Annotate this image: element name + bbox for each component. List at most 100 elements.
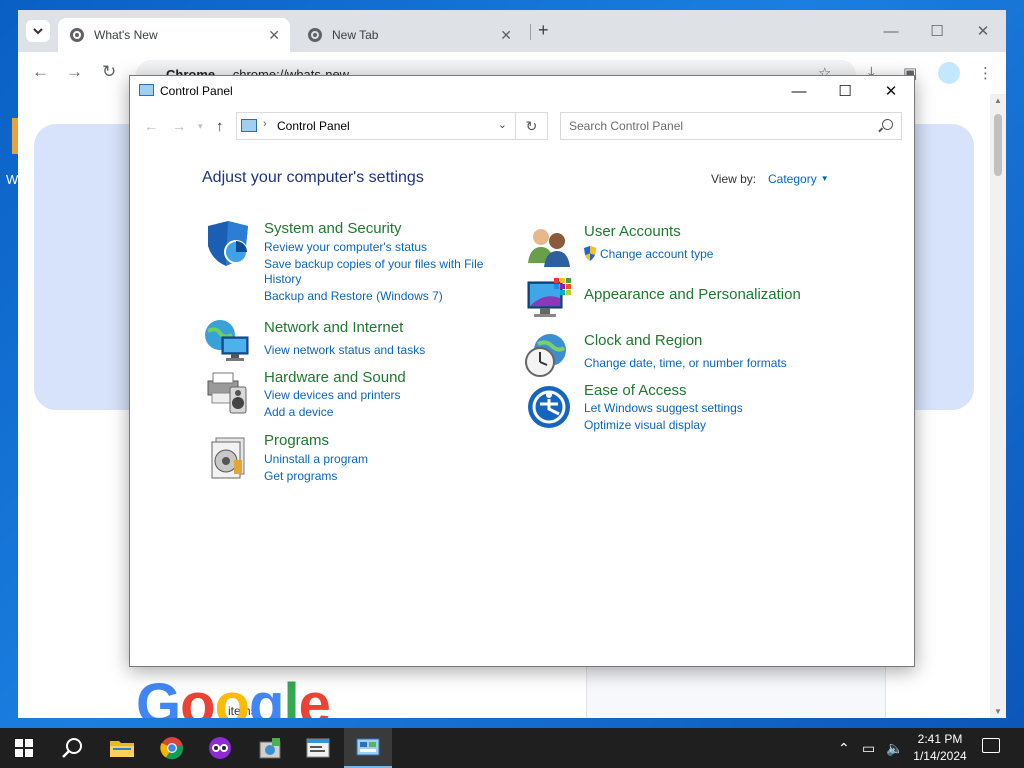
users-icon xyxy=(528,229,570,267)
refresh-button[interactable]: ↻ xyxy=(515,112,548,140)
category-title[interactable]: Hardware and Sound xyxy=(264,369,406,386)
link-review-status[interactable]: Review your computer's status xyxy=(264,240,427,254)
taskbar-control-panel[interactable] xyxy=(344,728,392,768)
scroll-up-icon[interactable]: ▲ xyxy=(994,96,1002,105)
tab-new-tab[interactable]: New Tab ✕ xyxy=(296,18,522,52)
search-placeholder: Search Control Panel xyxy=(569,119,684,133)
category-title[interactable]: Appearance and Personalization xyxy=(584,286,801,303)
link-uninstall-program[interactable]: Uninstall a program xyxy=(264,452,368,466)
browser-close-button[interactable]: ✕ xyxy=(960,16,1006,46)
taskbar-notepad[interactable] xyxy=(294,728,342,768)
file-explorer-icon xyxy=(110,741,134,757)
taskbar-installer[interactable] xyxy=(246,728,294,768)
control-panel-icon xyxy=(356,738,380,756)
category-title[interactable]: User Accounts xyxy=(584,223,681,240)
google-logo: Google xyxy=(136,672,331,719)
start-icon xyxy=(15,739,33,757)
minimize-button[interactable]: — xyxy=(776,76,822,106)
menu-kebab-icon[interactable]: ⋮ xyxy=(978,64,993,82)
taskbar-search-button[interactable] xyxy=(48,728,96,768)
browser-minimize-button[interactable]: — xyxy=(868,16,914,46)
search-input[interactable]: Search Control Panel xyxy=(560,112,902,140)
reload-icon[interactable]: ↻ xyxy=(102,62,116,82)
close-tab-icon[interactable]: ✕ xyxy=(268,27,280,44)
tab-separator xyxy=(530,24,531,40)
window-title: Control Panel xyxy=(160,84,233,98)
ease-of-access-icon xyxy=(528,386,570,428)
back-arrow-icon[interactable]: ← xyxy=(144,118,158,134)
tab-search-button[interactable] xyxy=(26,20,50,42)
forward-arrow-icon[interactable]: → xyxy=(172,118,186,134)
link-devices-printers[interactable]: View devices and printers xyxy=(264,388,401,402)
category-title[interactable]: Clock and Region xyxy=(584,332,702,349)
profile-avatar-icon[interactable] xyxy=(938,62,960,84)
network-icon[interactable]: ▭ xyxy=(862,740,875,757)
printer-speaker-icon xyxy=(207,372,247,414)
clock-time: 2:41 PM xyxy=(917,732,963,746)
navigation-bar: ← → ▾ ↑ › Control Panel ⌄ ↻ Search Contr… xyxy=(130,110,914,142)
chevron-down-icon[interactable]: ⌄ xyxy=(498,118,507,131)
forward-arrow-icon[interactable]: → xyxy=(66,62,83,82)
system-clock[interactable]: 2:41 PM 1/14/2024 xyxy=(906,731,974,765)
chrome-favicon-icon xyxy=(70,28,84,42)
start-button[interactable] xyxy=(0,728,48,768)
link-file-history[interactable]: Save backup copies of your files with Fi… xyxy=(264,257,483,271)
link-backup-restore[interactable]: Backup and Restore (Windows 7) xyxy=(264,289,443,303)
new-tab-button[interactable]: + xyxy=(538,20,549,41)
up-arrow-icon[interactable]: ↑ xyxy=(216,118,224,135)
control-panel-window: Control Panel — ☐ ✕ ← → ▾ ↑ › Control Pa… xyxy=(129,75,915,667)
page-title: Adjust your computer's settings xyxy=(202,169,424,186)
media-app-icon xyxy=(209,737,231,759)
maximize-button[interactable]: ☐ xyxy=(822,76,868,106)
recent-locations-icon[interactable]: ▾ xyxy=(198,121,203,132)
control-panel-icon xyxy=(139,84,154,96)
tab-title: New Tab xyxy=(332,28,379,42)
link-optimize-display[interactable]: Optimize visual display xyxy=(584,418,706,432)
search-icon[interactable] xyxy=(882,119,893,130)
installer-icon xyxy=(259,738,281,759)
show-hidden-icons-chevron-icon[interactable]: ⌃ xyxy=(838,740,850,757)
scroll-down-icon[interactable]: ▼ xyxy=(994,707,1002,716)
link-change-account-type[interactable]: Change account type xyxy=(600,247,713,261)
chrome-icon xyxy=(160,737,184,760)
view-by-value: Category xyxy=(768,172,817,186)
control-panel-icon xyxy=(241,119,257,132)
notepad-icon xyxy=(306,738,330,758)
category-title[interactable]: Network and Internet xyxy=(264,319,403,336)
category-title[interactable]: System and Security xyxy=(264,220,402,237)
link-get-programs[interactable]: Get programs xyxy=(264,469,337,483)
programs-disc-icon xyxy=(211,437,245,479)
taskbar-file-explorer[interactable] xyxy=(98,728,146,768)
volume-muted-icon[interactable]: 🔈 xyxy=(886,740,903,757)
tab-title: What's New xyxy=(94,28,158,42)
title-bar[interactable]: Control Panel — ☐ ✕ xyxy=(130,76,914,106)
category-title[interactable]: Ease of Access xyxy=(584,382,687,399)
shield-icon xyxy=(208,221,248,266)
address-bar[interactable]: › Control Panel ⌄ xyxy=(236,112,516,140)
back-arrow-icon[interactable]: ← xyxy=(32,62,49,82)
breadcrumb[interactable]: Control Panel xyxy=(277,119,350,133)
link-date-time-formats[interactable]: Change date, time, or number formats xyxy=(584,356,787,370)
scrollbar-thumb[interactable] xyxy=(994,114,1002,176)
view-by-dropdown[interactable]: Category ▼ xyxy=(768,172,829,186)
tab-whats-new[interactable]: What's New ✕ xyxy=(58,18,290,52)
close-tab-icon[interactable]: ✕ xyxy=(500,27,512,44)
search-icon xyxy=(62,738,82,758)
link-windows-suggest[interactable]: Let Windows suggest settings xyxy=(584,401,743,415)
taskbar-chrome[interactable] xyxy=(148,728,196,768)
page-scrollbar[interactable]: ▲ ▼ xyxy=(990,94,1006,718)
caret-down-icon: ▼ xyxy=(820,174,829,183)
breadcrumb-separator-icon: › xyxy=(263,118,267,130)
clock-globe-icon xyxy=(525,334,566,377)
taskbar-media-app[interactable] xyxy=(196,728,244,768)
clock-date: 1/14/2024 xyxy=(913,749,967,763)
link-add-device[interactable]: Add a device xyxy=(264,405,333,419)
category-title[interactable]: Programs xyxy=(264,432,329,449)
notifications-icon[interactable] xyxy=(982,738,1000,753)
browser-maximize-button[interactable]: ☐ xyxy=(914,16,960,46)
taskbar: ⌃ ▭ 🔈 2:41 PM 1/14/2024 xyxy=(0,728,1024,768)
link-network-status[interactable]: View network status and tasks xyxy=(264,343,425,357)
link-file-history-cont[interactable]: History xyxy=(264,272,301,286)
tab-strip: What's New ✕ New Tab ✕ + — ☐ ✕ xyxy=(18,10,1006,52)
close-button[interactable]: ✕ xyxy=(868,76,914,106)
